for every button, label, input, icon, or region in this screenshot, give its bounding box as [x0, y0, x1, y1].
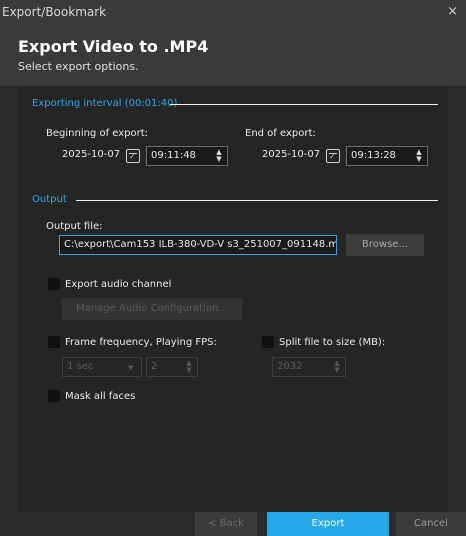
- content-panel: Exporting interval (00:01:40) Beginning …: [18, 86, 448, 512]
- spinner-arrows-icon[interactable]: ▲ ▼: [332, 360, 342, 374]
- spinner-arrows-icon[interactable]: ▲ ▼: [414, 149, 424, 163]
- chevron-down-icon: ▼: [128, 364, 134, 372]
- export-button[interactable]: Export: [267, 512, 389, 536]
- page-title: Export Video to .MP4: [18, 37, 209, 56]
- frame-frequency-label: Frame frequency, Playing FPS:: [65, 337, 217, 348]
- window-title: Export/Bookmark: [2, 5, 107, 19]
- page-subtitle: Select export options.: [18, 60, 139, 73]
- close-icon[interactable]: ×: [447, 0, 458, 24]
- export-audio-checkbox[interactable]: [48, 278, 60, 290]
- output-section-label: Output: [32, 194, 67, 205]
- calendar-icon[interactable]: [126, 149, 140, 163]
- output-section-divider: [76, 200, 438, 201]
- mask-faces-checkbox[interactable]: [48, 390, 60, 402]
- output-file-input[interactable]: C:\export\Cam153 ILB-380-VD-V s3_251007_…: [59, 235, 337, 255]
- spinner-arrows-icon[interactable]: ▲ ▼: [184, 360, 194, 374]
- dialog-footer: < Back Export Cancel: [0, 512, 466, 536]
- begin-label: Beginning of export:: [46, 128, 149, 139]
- back-button[interactable]: < Back: [195, 512, 257, 536]
- export-audio-label: Export audio channel: [65, 279, 172, 290]
- mask-faces-label: Mask all faces: [65, 391, 136, 402]
- spinner-arrows-icon[interactable]: ▲ ▼: [214, 149, 224, 163]
- output-file-label: Output file:: [46, 221, 103, 232]
- frame-frequency-checkbox[interactable]: [48, 336, 60, 348]
- interval-section-label: Exporting interval (00:01:40): [32, 98, 178, 109]
- calendar-icon[interactable]: [326, 149, 340, 163]
- title-bar: Export/Bookmark ×: [0, 0, 466, 24]
- split-file-checkbox[interactable]: [262, 336, 274, 348]
- dialog-header: Export Video to .MP4 Select export optio…: [0, 24, 466, 86]
- manage-audio-button[interactable]: Manage Audio Configuration...: [62, 298, 242, 320]
- browse-button[interactable]: Browse...: [346, 234, 424, 256]
- cancel-button[interactable]: Cancel: [396, 512, 466, 536]
- split-file-label: Split file to size (MB):: [279, 337, 386, 348]
- interval-section-divider: [170, 104, 438, 105]
- end-label: End of export:: [245, 128, 316, 139]
